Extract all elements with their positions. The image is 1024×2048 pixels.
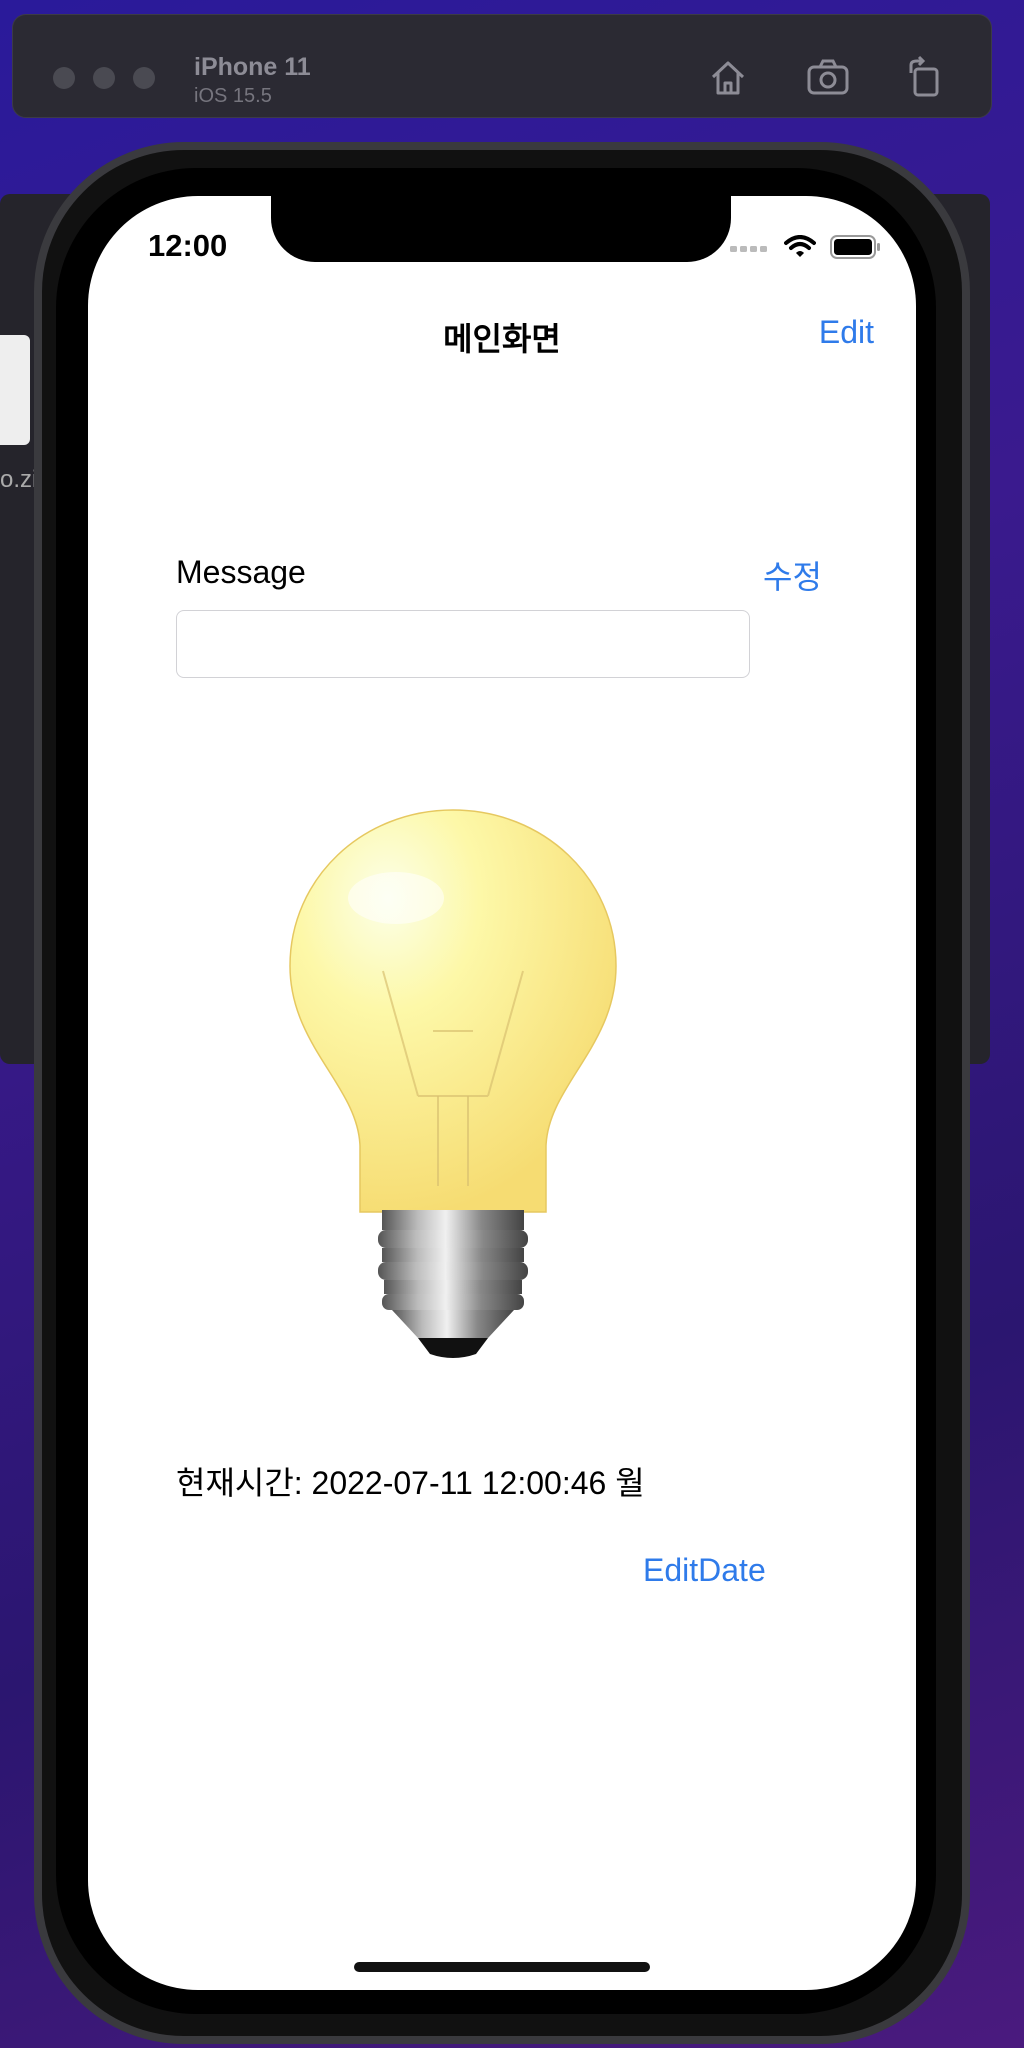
minimize-window-button[interactable] [93,67,115,89]
wifi-icon [784,235,816,257]
rotate-icon[interactable] [901,55,947,101]
current-time-label: 현재시간: 2022-07-11 12:00:46 월 [176,1465,645,1501]
status-icons [730,232,882,262]
simulator-title-bar: iPhone 11 iOS 15.5 [12,14,992,118]
nav-edit-button[interactable]: Edit [819,314,874,351]
message-label: Message [176,554,306,590]
signal-icon [730,246,767,252]
os-version: iOS 15.5 [194,85,272,107]
edit-date-button[interactable]: EditDate [643,1552,766,1589]
close-window-button[interactable] [53,67,75,89]
device-name: iPhone 11 [194,53,311,81]
home-icon[interactable] [705,55,751,101]
notch [271,196,731,262]
zip-file-icon[interactable] [0,335,30,445]
nav-title: 메인화면 [443,321,561,357]
message-input[interactable] [176,610,750,678]
home-indicator[interactable] [354,1962,650,1972]
zip-file-label: o.zi [0,466,38,493]
status-time: 12:00 [148,228,228,263]
message-edit-button[interactable]: 수정 [763,552,822,598]
phone-screen: 12:00 메인화면 Edit Message 수정 현재시간: 2022-07… [88,196,916,1990]
screenshot-icon[interactable] [805,55,851,101]
battery-icon [830,235,880,259]
zoom-window-button[interactable] [133,67,155,89]
lightbulb-image [289,809,617,1358]
